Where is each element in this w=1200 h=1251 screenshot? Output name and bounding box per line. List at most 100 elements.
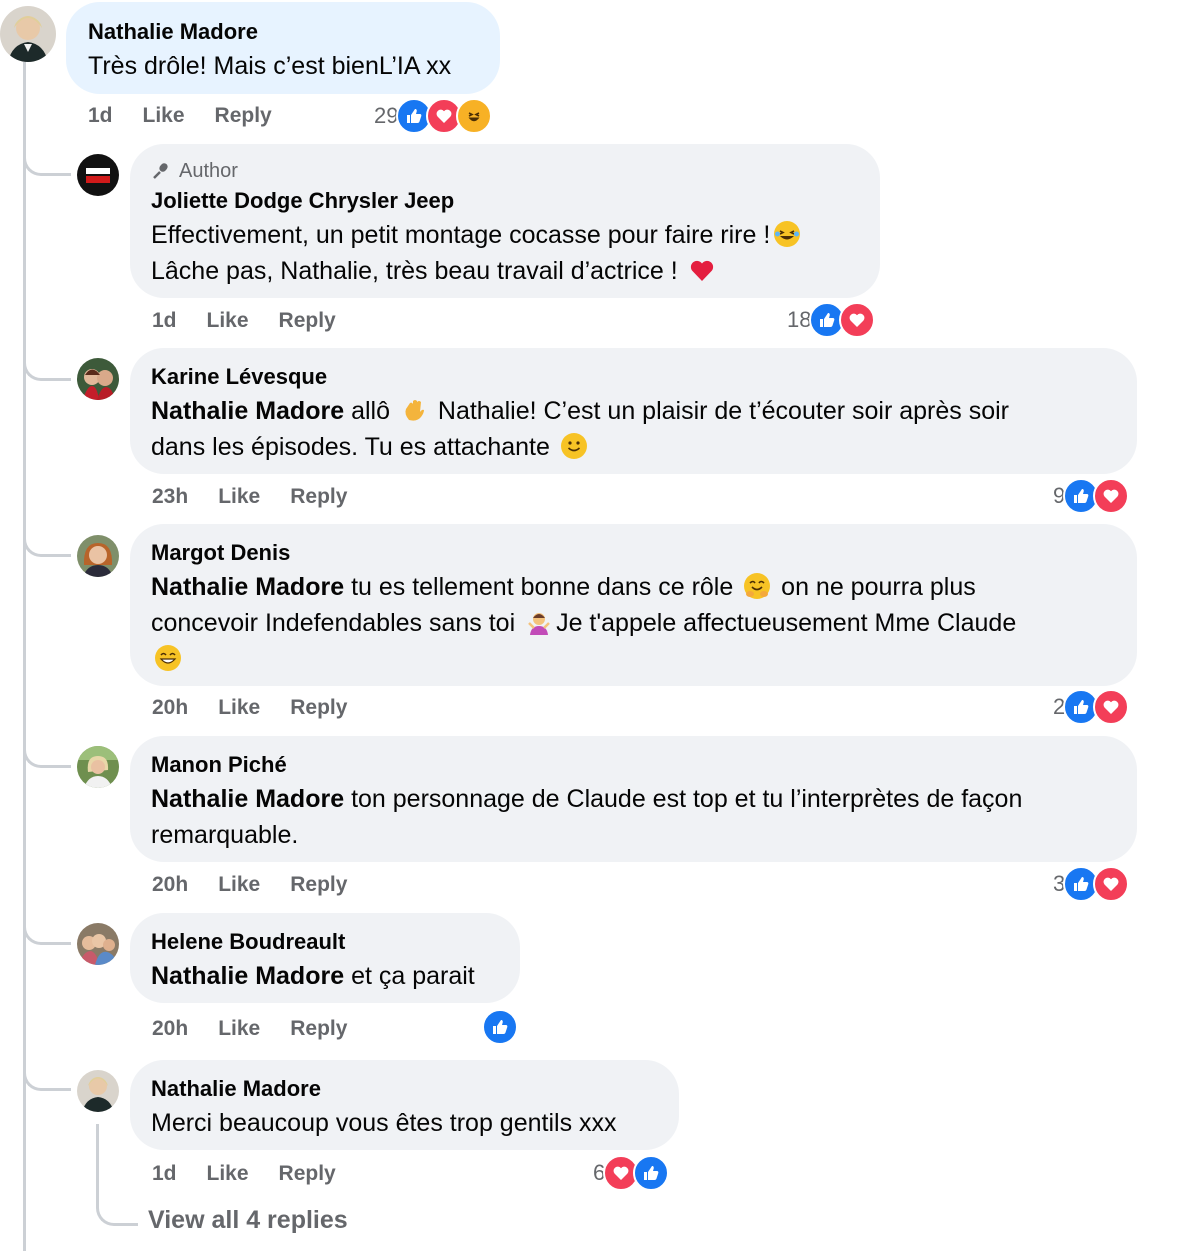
mention-link[interactable]: Nathalie Madore <box>151 397 344 425</box>
reply-button[interactable]: Reply <box>290 870 347 900</box>
red-heart-emoji-icon <box>689 257 715 283</box>
like-button[interactable]: Like <box>218 1014 260 1044</box>
like-button[interactable]: Like <box>143 101 185 131</box>
comment-text: Nathalie Madore tu es tellement bonne da… <box>151 569 1116 677</box>
comment-text: Nathalie Madore allô Nathalie! C’est un … <box>151 393 1116 465</box>
comment-bubble: Karine Lévesque Nathalie Madore allô Nat… <box>130 348 1137 474</box>
avatar[interactable] <box>77 358 119 400</box>
reaction-summary[interactable]: 9 <box>1053 478 1130 514</box>
comment-bubble: Author Joliette Dodge Chrysler Jeep Effe… <box>130 144 880 298</box>
avatar[interactable] <box>0 6 56 62</box>
reaction-summary[interactable]: 2 <box>1053 689 1130 725</box>
reply-connector <box>23 140 71 176</box>
reply-button[interactable]: Reply <box>290 482 347 512</box>
timestamp[interactable]: 20h <box>152 870 188 900</box>
comment-text-line: Effectivement, un petit montage cocasse … <box>151 221 771 249</box>
comment-actions: 1d Like Reply <box>152 306 336 336</box>
love-reaction-icon <box>1093 866 1130 902</box>
reaction-summary[interactable]: 18 <box>787 302 876 338</box>
comment-text: Très drôle! Mais c’est bienL’IA xx <box>88 52 452 80</box>
view-replies-connector <box>96 1124 138 1226</box>
like-button[interactable]: Like <box>218 870 260 900</box>
timestamp[interactable]: 1d <box>88 101 113 131</box>
mention-link[interactable]: Nathalie Madore <box>151 962 344 990</box>
reply-button[interactable]: Reply <box>215 101 272 131</box>
comment-actions: 1d Like Reply <box>152 1159 336 1189</box>
comment-author[interactable]: Manon Piché <box>151 749 1116 781</box>
comment-bubble: Helene Boudreault Nathalie Madore et ça … <box>130 913 520 1003</box>
comment-author[interactable]: Helene Boudreault <box>151 926 499 958</box>
comment-text-part: ton personnage de Claude est top et tu l… <box>351 785 1023 813</box>
comment-text: Effectivement, un petit montage cocasse … <box>151 217 859 289</box>
reaction-summary[interactable]: 3 <box>1053 866 1130 902</box>
comment-text-part: Nathalie! C’est un plaisir de t’écouter … <box>437 397 1009 425</box>
comment-author[interactable]: Nathalie Madore <box>151 1073 658 1105</box>
like-button[interactable]: Like <box>207 1159 249 1189</box>
mention-link[interactable]: Nathalie Madore <box>151 785 344 813</box>
author-badge: Author <box>151 157 859 185</box>
comment-text-part: allô <box>351 397 390 425</box>
reply-button[interactable]: Reply <box>279 1159 336 1189</box>
comment-author[interactable]: Nathalie Madore <box>88 16 478 48</box>
comment-actions: 20h Like Reply <box>152 870 347 900</box>
hugging-face-emoji-icon <box>744 573 771 599</box>
comment-author[interactable]: Joliette Dodge Chrysler Jeep <box>151 185 859 217</box>
comment-actions: 20h Like Reply <box>152 1014 347 1044</box>
reaction-count: 18 <box>787 307 812 332</box>
comment-text-part: Je t'appele affectueusement Mme Claude <box>556 609 1017 637</box>
timestamp[interactable]: 1d <box>152 1159 177 1189</box>
view-all-replies-link[interactable]: View all 4 replies <box>148 1206 348 1235</box>
comment-text-part: tu es tellement bonne dans ce rôle <box>351 573 734 601</box>
comment-author[interactable]: Karine Lévesque <box>151 361 1116 393</box>
comment-text: Nathalie Madore et ça parait <box>151 958 499 994</box>
avatar[interactable] <box>77 923 119 965</box>
timestamp[interactable]: 23h <box>152 482 188 512</box>
reply-button[interactable]: Reply <box>290 693 347 723</box>
grinning-face-emoji-icon <box>155 645 181 671</box>
like-reaction-icon <box>482 1009 518 1045</box>
comment-bubble: Nathalie Madore Merci beaucoup vous êtes… <box>130 1060 679 1150</box>
reaction-count: 29 <box>374 103 399 128</box>
avatar[interactable] <box>77 154 119 196</box>
reaction-summary[interactable] <box>482 1009 518 1045</box>
person-gesturing-emoji-icon <box>526 609 552 635</box>
comment-bubble: Manon Piché Nathalie Madore ton personna… <box>130 736 1137 862</box>
like-button[interactable]: Like <box>218 482 260 512</box>
laughing-tears-emoji-icon <box>774 221 801 247</box>
reply-connector <box>23 345 71 381</box>
waving-hand-emoji-icon <box>401 397 427 423</box>
author-badge-label: Author <box>179 160 238 182</box>
timestamp[interactable]: 20h <box>152 1014 188 1044</box>
love-reaction-icon <box>1093 478 1130 514</box>
comment-author[interactable]: Margot Denis <box>151 537 1116 569</box>
avatar[interactable] <box>77 1070 119 1112</box>
timestamp[interactable]: 20h <box>152 693 188 723</box>
avatar[interactable] <box>77 535 119 577</box>
comment-text-part: on ne pourra plus <box>781 573 976 601</box>
comment-text: Merci beaucoup vous êtes trop gentils xx… <box>151 1109 617 1137</box>
microphone-icon <box>153 163 168 179</box>
comment-text-part: dans les épisodes. Tu es attachante <box>151 433 550 461</box>
like-button[interactable]: Like <box>207 306 249 336</box>
comment-bubble: Margot Denis Nathalie Madore tu es telle… <box>130 524 1137 686</box>
comment-bubble: Nathalie Madore Très drôle! Mais c’est b… <box>66 2 500 94</box>
reply-button[interactable]: Reply <box>279 306 336 336</box>
comment-text: Nathalie Madore ton personnage de Claude… <box>151 781 1116 853</box>
mention-link[interactable]: Nathalie Madore <box>151 573 344 601</box>
love-reaction-icon <box>1093 689 1130 725</box>
avatar[interactable] <box>77 746 119 788</box>
comment-actions: 1d Like Reply <box>88 101 272 131</box>
love-reaction-icon <box>839 302 876 338</box>
comment-text-line: Lâche pas, Nathalie, très beau travail d… <box>151 257 678 285</box>
comment-text-part: remarquable. <box>151 821 299 849</box>
reply-connector <box>23 909 71 945</box>
reply-connector <box>23 1055 71 1091</box>
reaction-summary[interactable]: 6 <box>593 1155 670 1191</box>
haha-reaction-icon <box>456 98 493 134</box>
reaction-summary[interactable]: 29 <box>374 98 493 134</box>
reply-button[interactable]: Reply <box>290 1014 347 1044</box>
like-button[interactable]: Like <box>218 693 260 723</box>
like-reaction-icon <box>633 1155 670 1191</box>
reply-connector <box>23 521 71 557</box>
timestamp[interactable]: 1d <box>152 306 177 336</box>
